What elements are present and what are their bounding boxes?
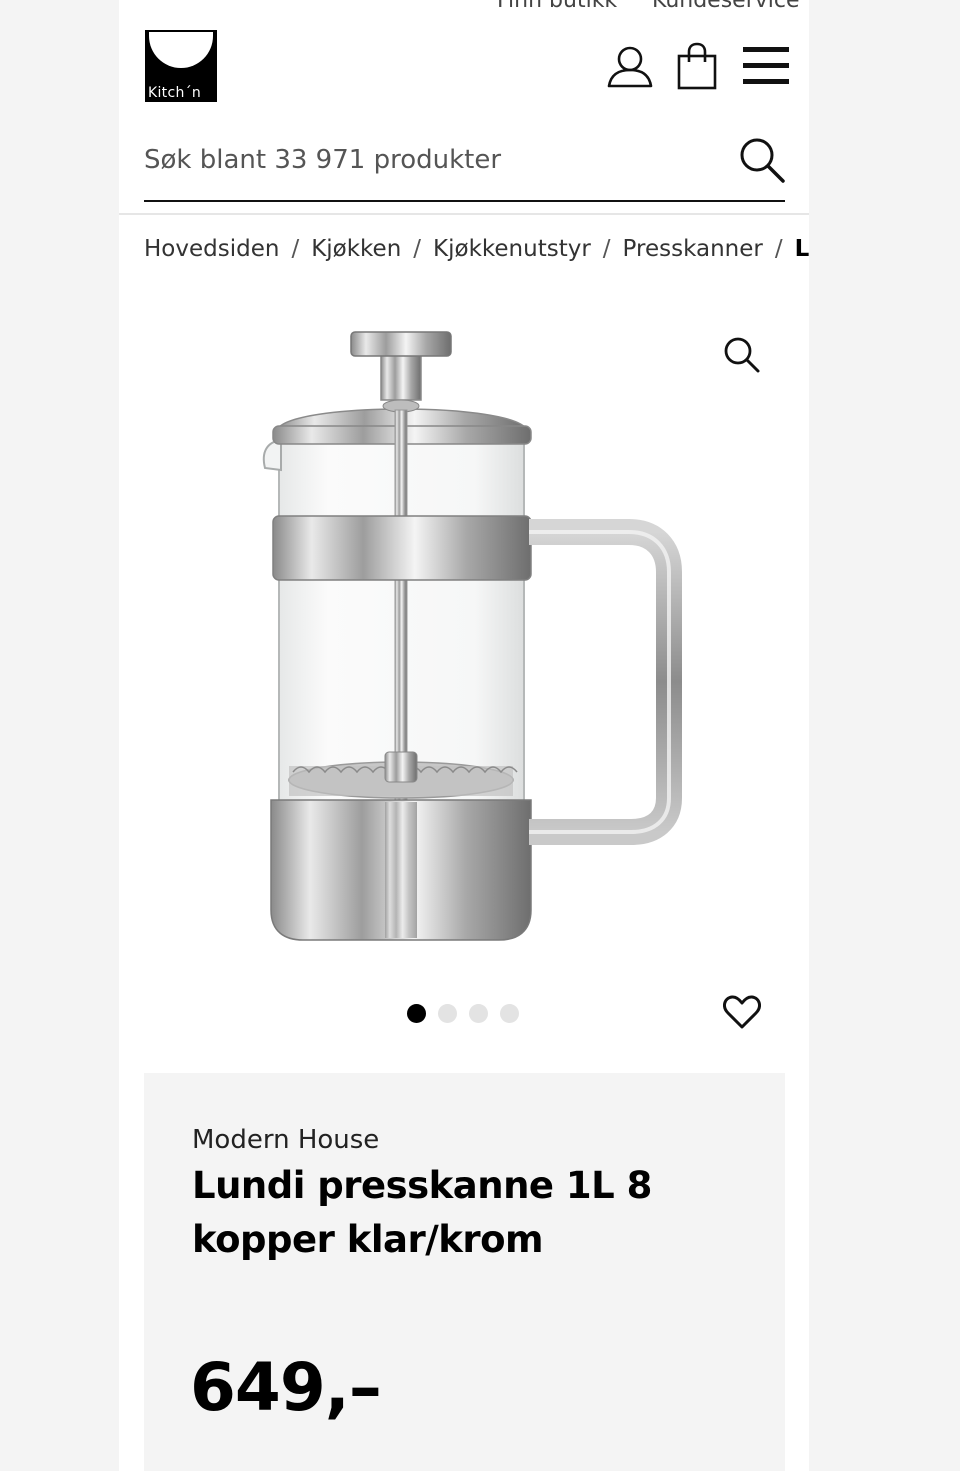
breadcrumb: Hovedsiden / Kjøkken / Kjøkkenutstyr / Presska…: [144, 236, 809, 272]
shopping-bag-icon[interactable]: [677, 42, 717, 94]
header-divider: [119, 213, 809, 215]
page: Finn butikk Kundeservice Kitch´n Søk bla…: [119, 0, 809, 1471]
search-input[interactable]: [144, 138, 704, 182]
search-icon[interactable]: [738, 136, 786, 188]
product-title: Lundi presskanne 1L 8 kopper klar/krom: [192, 1164, 652, 1261]
breadcrumb-french-presses[interactable]: Presskanner: [623, 236, 763, 262]
breadcrumb-current: Lundi presskanne 1L 8 kopper klar/krom: [794, 236, 809, 262]
breadcrumb-kitchen[interactable]: Kjøkken: [311, 236, 401, 262]
french-press-image[interactable]: [259, 320, 699, 954]
heart-icon[interactable]: [723, 994, 761, 1034]
gallery-dot[interactable]: [469, 1004, 488, 1023]
logo-text: Kitch´n: [148, 85, 202, 101]
product-price: 649,–: [190, 1349, 382, 1426]
breadcrumb-kitchen-equipment[interactable]: Kjøkkenutstyr: [433, 236, 591, 262]
breadcrumb-home[interactable]: Hovedsiden: [144, 236, 279, 262]
logo[interactable]: Kitch´n: [145, 30, 217, 102]
breadcrumb-separator: /: [602, 236, 611, 262]
gallery-dot[interactable]: [500, 1004, 519, 1023]
gallery-pagination: [407, 1004, 531, 1024]
breadcrumb-separator: /: [413, 236, 422, 262]
user-icon[interactable]: [607, 44, 653, 92]
product-info: Modern House Lundi presskanne 1L 8 koppe…: [144, 1073, 785, 1471]
breadcrumb-separator: /: [774, 236, 783, 262]
find-store-link[interactable]: Finn butikk: [497, 0, 617, 13]
customer-service-link[interactable]: Kundeservice: [652, 0, 800, 13]
menu-icon[interactable]: [743, 47, 789, 89]
zoom-icon[interactable]: [723, 336, 761, 378]
gallery-dot[interactable]: [407, 1004, 426, 1023]
search-bar: [144, 128, 785, 202]
product-brand[interactable]: Modern House: [192, 1125, 379, 1155]
logo-bowl: [149, 32, 213, 68]
breadcrumb-separator: /: [291, 236, 300, 262]
top-links: Finn butikk Kundeservice: [119, 0, 809, 13]
gallery-dot[interactable]: [438, 1004, 457, 1023]
